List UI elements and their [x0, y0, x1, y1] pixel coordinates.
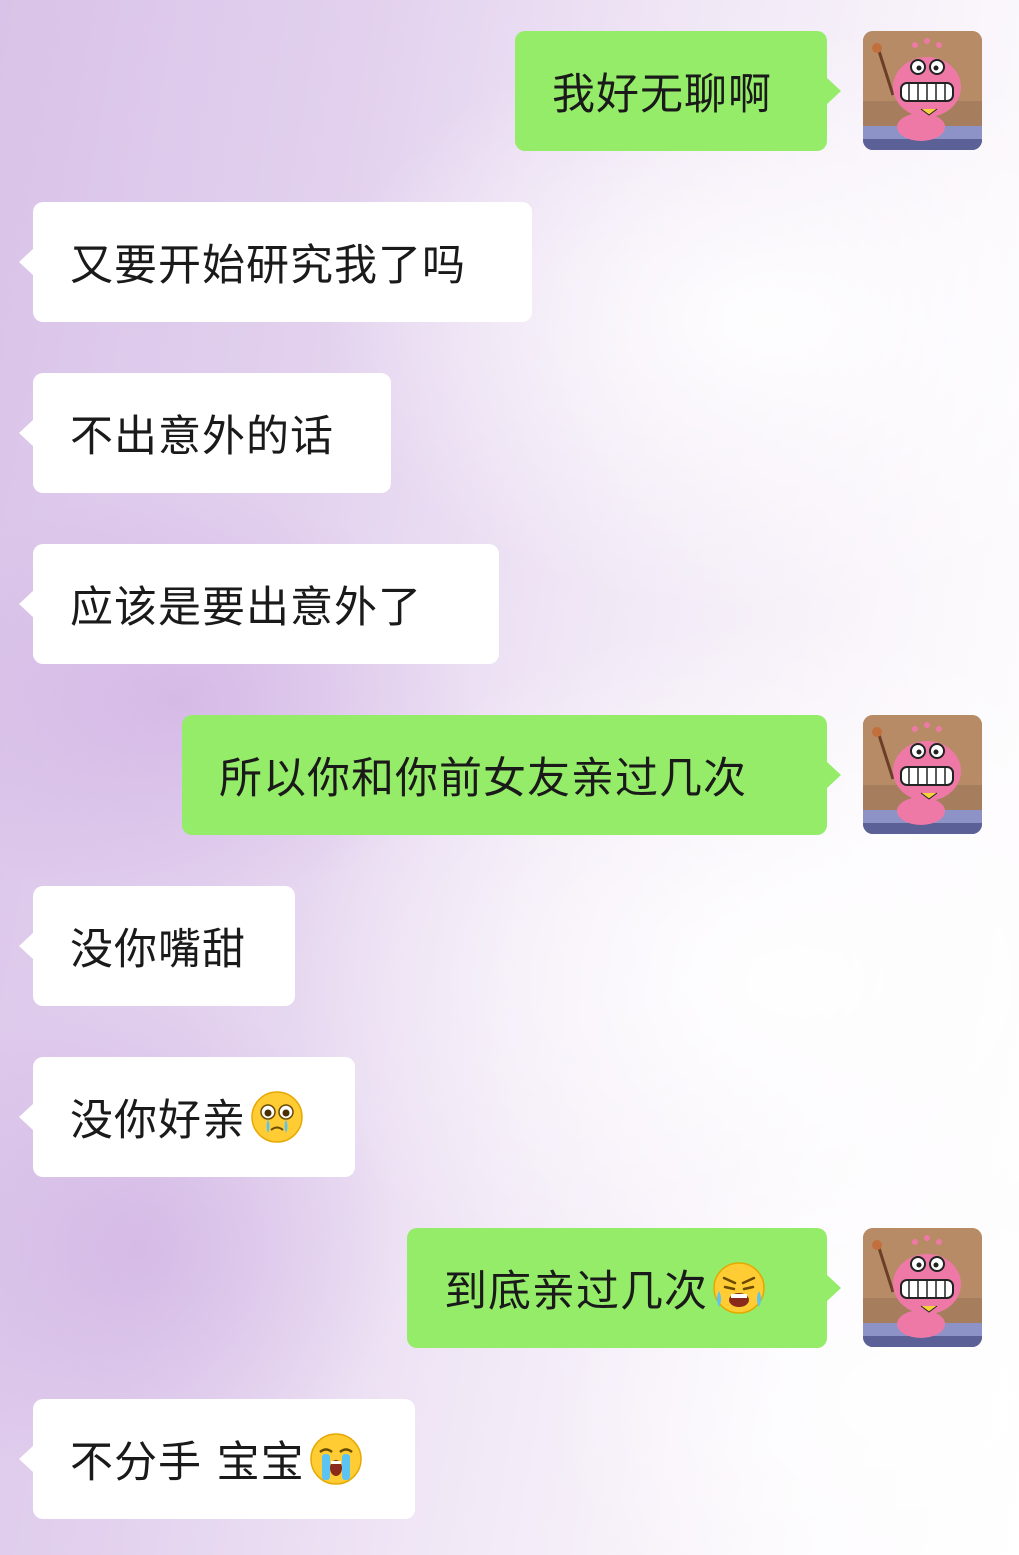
angry-crying-face-emoji-icon	[712, 1261, 766, 1315]
message-text: 应该是要出意外了	[70, 583, 422, 633]
message-bubble-incoming[interactable]: 又要开始研究我了吗	[19, 202, 532, 322]
pink-monster-avatar-icon[interactable]	[863, 1228, 982, 1347]
message-row: 又要开始研究我了吗	[0, 202, 1019, 322]
message-row: 所以你和你前女友亲过几次	[0, 715, 1019, 835]
message-row: 到底亲过几次	[0, 1228, 1019, 1348]
message-bubble-outgoing[interactable]: 我好无聊啊	[515, 31, 841, 151]
message-bubble-incoming[interactable]: 没你好亲	[19, 1057, 355, 1177]
message-bubble-incoming[interactable]: 没你嘴甜	[19, 886, 295, 1006]
message-text: 我好无聊啊	[552, 70, 772, 120]
message-row: 不出意外的话	[0, 373, 1019, 493]
message-text: 到底亲过几次	[444, 1267, 708, 1317]
loudly-crying-face-emoji-icon	[309, 1432, 363, 1486]
message-text: 所以你和你前女友亲过几次	[219, 754, 747, 804]
message-bubble-incoming[interactable]: 应该是要出意外了	[19, 544, 499, 664]
message-bubble-outgoing[interactable]: 到底亲过几次	[407, 1228, 841, 1348]
message-row: 没你嘴甜	[0, 886, 1019, 1006]
message-text: 又要开始研究我了吗	[70, 241, 466, 291]
message-bubble-incoming[interactable]: 不出意外的话	[19, 373, 391, 493]
message-row: 应该是要出意外了	[0, 544, 1019, 664]
message-row: 我好无聊啊	[0, 31, 1019, 151]
message-bubble-incoming[interactable]: 不分手 宝宝	[19, 1399, 415, 1519]
pink-monster-avatar-icon[interactable]	[863, 31, 982, 150]
message-bubble-outgoing[interactable]: 所以你和你前女友亲过几次	[182, 715, 841, 835]
message-text: 不出意外的话	[70, 412, 334, 462]
message-text: 没你好亲	[70, 1096, 246, 1146]
message-row: 不分手 宝宝	[0, 1399, 1019, 1519]
message-text: 不分手 宝宝	[70, 1438, 305, 1488]
pink-monster-avatar-icon[interactable]	[863, 715, 982, 834]
message-row: 没你好亲	[0, 1057, 1019, 1177]
teary-face-emoji-icon	[250, 1090, 304, 1144]
message-text: 没你嘴甜	[70, 925, 246, 975]
